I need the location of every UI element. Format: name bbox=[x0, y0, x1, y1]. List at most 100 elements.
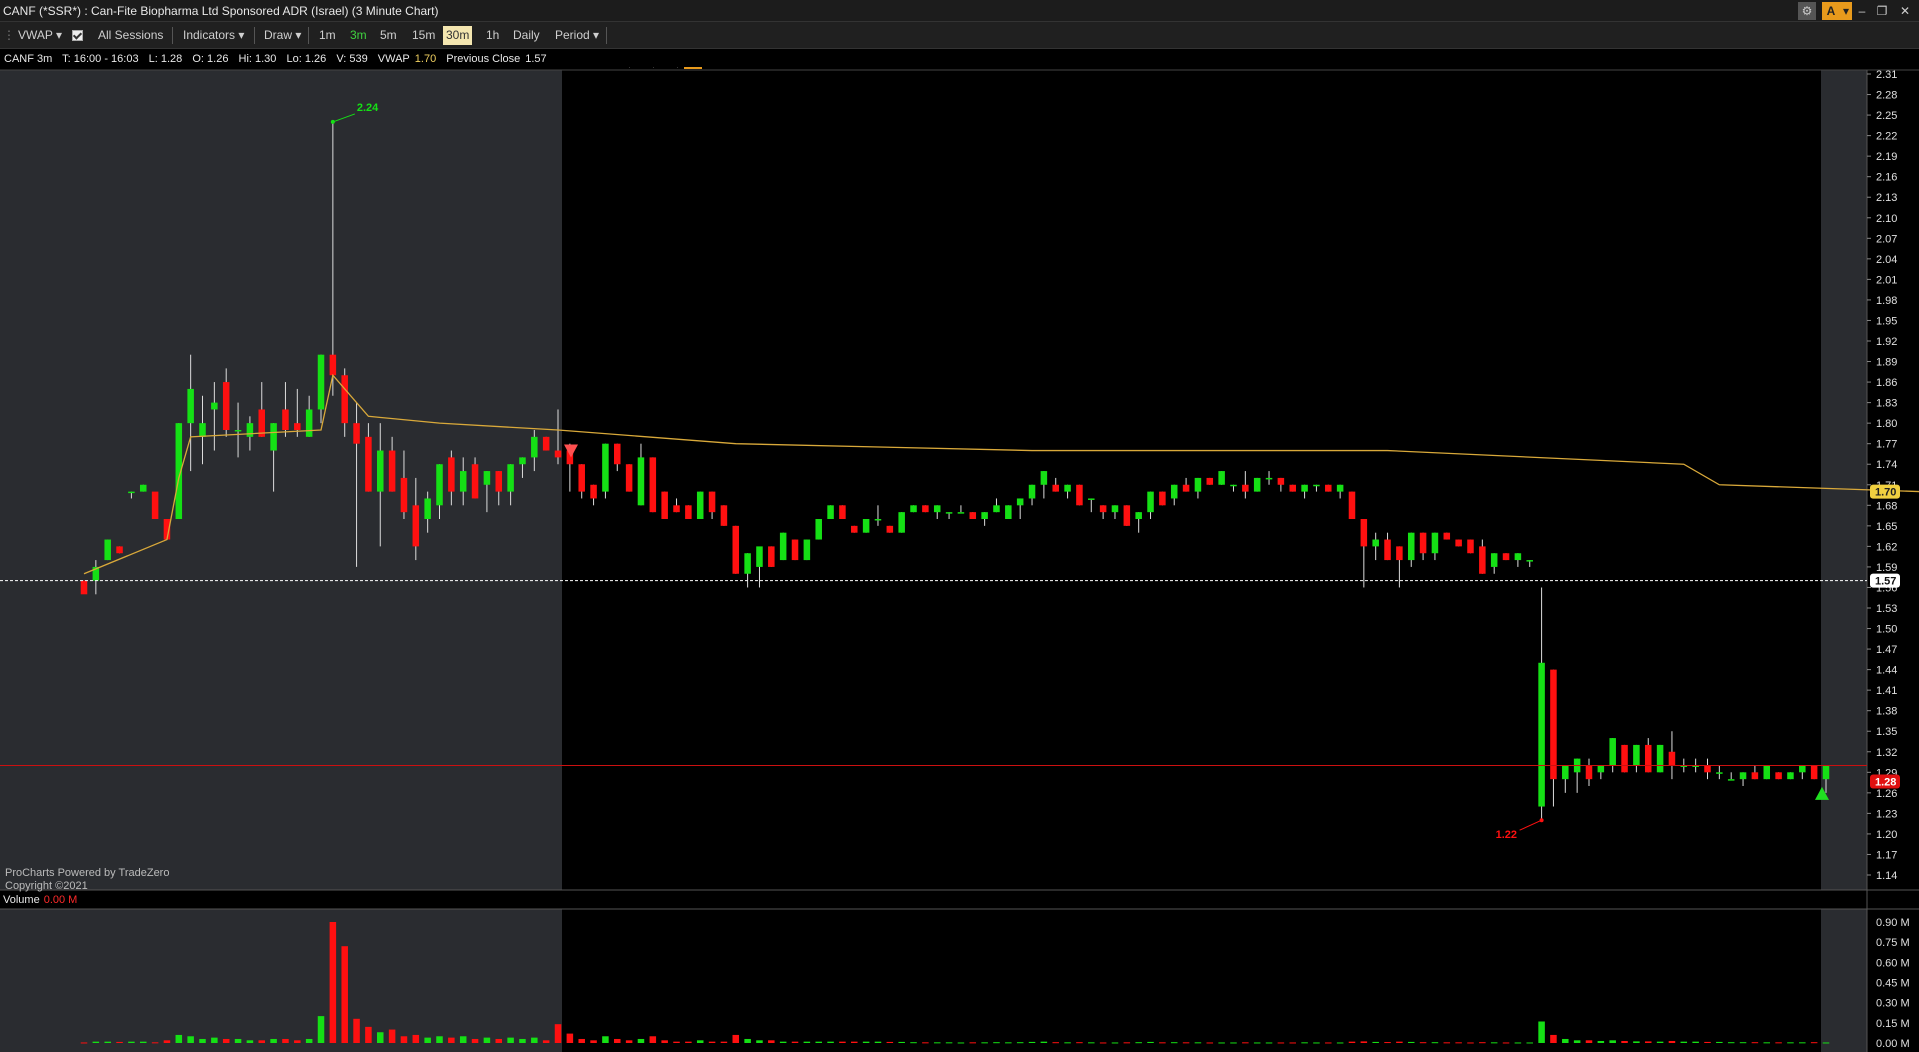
volume-bar bbox=[945, 1042, 953, 1044]
volume-bar bbox=[1005, 1042, 1012, 1044]
volume-bar bbox=[495, 1038, 503, 1043]
candle-body bbox=[341, 375, 348, 424]
price-tick-label: 1.41 bbox=[1876, 685, 1897, 697]
candle-body bbox=[1763, 765, 1771, 780]
candle-body bbox=[1455, 539, 1462, 547]
candle-body bbox=[151, 491, 159, 519]
price-tick-label: 1.80 bbox=[1876, 418, 1897, 430]
candle-body bbox=[803, 539, 811, 561]
volume-bar bbox=[1123, 1042, 1131, 1044]
volume-bar bbox=[1016, 1042, 1024, 1044]
volume-bar bbox=[1443, 1042, 1451, 1044]
last-price-badge: 1.28 bbox=[1875, 776, 1896, 788]
volume-bar bbox=[1325, 1042, 1332, 1044]
candle-body bbox=[1336, 484, 1344, 492]
price-tick-label: 1.26 bbox=[1876, 788, 1897, 800]
price-tick-label: 1.62 bbox=[1876, 541, 1897, 553]
volume-tick-label: 0.90 M bbox=[1876, 917, 1910, 929]
low-marker-dot bbox=[1539, 818, 1544, 823]
volume-bar bbox=[1668, 1040, 1676, 1043]
volume-bar bbox=[1490, 1042, 1498, 1044]
volume-header: Volume 0.00 M bbox=[3, 894, 77, 906]
candle-body bbox=[246, 423, 254, 437]
premarket-volume-shading bbox=[0, 909, 562, 1052]
candle-body bbox=[673, 505, 680, 513]
candle-body bbox=[1064, 484, 1071, 492]
price-chart[interactable]: 2.31 2.28 2.25 2.22 2.19 2.16 2.13 2.10 2.07 2.04… bbox=[0, 0, 1919, 1052]
candle-body bbox=[1123, 505, 1131, 526]
volume-bar bbox=[673, 1041, 680, 1043]
candle-body bbox=[329, 354, 337, 376]
price-tick-label: 2.04 bbox=[1876, 254, 1897, 266]
candle-body bbox=[495, 471, 503, 492]
candle-body bbox=[282, 409, 289, 430]
volume-bar bbox=[1372, 1041, 1379, 1043]
volume-bar bbox=[436, 1036, 443, 1043]
price-tick-label: 1.20 bbox=[1876, 829, 1897, 841]
volume-bar bbox=[128, 1041, 135, 1043]
volume-bar bbox=[471, 1038, 479, 1043]
volume-bar bbox=[1194, 1042, 1202, 1044]
price-tick-label: 2.28 bbox=[1876, 90, 1897, 102]
volume-bar bbox=[898, 1041, 905, 1043]
candle-body bbox=[104, 539, 111, 561]
volume-bar bbox=[1716, 1041, 1723, 1043]
candle-body bbox=[1585, 765, 1593, 780]
volume-bar bbox=[851, 1041, 858, 1043]
candle-body bbox=[139, 484, 147, 492]
price-tick-label: 1.47 bbox=[1876, 644, 1897, 656]
candle-body bbox=[459, 471, 467, 492]
candle-body bbox=[1135, 512, 1142, 519]
volume-bar bbox=[1562, 1038, 1569, 1043]
volume-bar bbox=[1526, 1042, 1534, 1044]
volume-bar bbox=[554, 1024, 562, 1043]
volume-bar bbox=[1159, 1042, 1166, 1044]
volume-bar bbox=[886, 1041, 894, 1043]
candle-body bbox=[1170, 484, 1178, 499]
candle-body bbox=[1159, 491, 1166, 506]
candle-body bbox=[1550, 669, 1557, 780]
candle-body bbox=[1396, 546, 1403, 561]
volume-bar bbox=[696, 1040, 704, 1043]
volume-bar bbox=[1419, 1042, 1427, 1044]
price-tick-label: 1.68 bbox=[1876, 500, 1897, 512]
volume-bar bbox=[649, 1036, 657, 1043]
price-tick-label: 2.16 bbox=[1876, 172, 1897, 184]
volume-bar bbox=[199, 1038, 206, 1043]
volume-bar bbox=[305, 1038, 313, 1043]
volume-bar bbox=[1277, 1042, 1285, 1044]
candle-body bbox=[1739, 772, 1747, 780]
volume-bar bbox=[1052, 1042, 1059, 1044]
volume-bar bbox=[1751, 1042, 1759, 1044]
volume-bar bbox=[685, 1041, 692, 1043]
candle-body bbox=[1325, 484, 1332, 492]
volume-bar bbox=[519, 1038, 526, 1043]
candle-body bbox=[1467, 539, 1474, 554]
price-tick-label: 2.31 bbox=[1876, 69, 1897, 81]
candle-body bbox=[1028, 484, 1036, 499]
price-tick-label: 2.19 bbox=[1876, 151, 1897, 163]
candle-body bbox=[744, 553, 751, 574]
candle-body bbox=[614, 443, 621, 465]
volume-bar bbox=[1170, 1042, 1178, 1044]
price-tick-label: 1.65 bbox=[1876, 521, 1897, 533]
candle-body bbox=[1348, 491, 1356, 519]
candle-body bbox=[1147, 491, 1154, 513]
volume-bar bbox=[578, 1038, 585, 1043]
volume-bar bbox=[1182, 1042, 1190, 1044]
candle-body bbox=[1242, 484, 1249, 492]
candle-body bbox=[222, 382, 230, 430]
candle-body bbox=[1419, 532, 1427, 554]
volume-bar bbox=[981, 1042, 988, 1044]
volume-bar bbox=[1633, 1041, 1640, 1043]
candle-body bbox=[910, 505, 917, 513]
volume-bar bbox=[1099, 1042, 1107, 1044]
candle-body bbox=[993, 505, 1000, 513]
candle-body bbox=[365, 436, 372, 492]
candle-body bbox=[1562, 765, 1569, 780]
candle-body bbox=[471, 464, 479, 499]
volume-bar bbox=[827, 1041, 834, 1043]
volume-tick-label: 0.00 M bbox=[1876, 1038, 1910, 1050]
price-tick-label: 2.13 bbox=[1876, 192, 1897, 204]
volume-bar bbox=[803, 1041, 811, 1043]
